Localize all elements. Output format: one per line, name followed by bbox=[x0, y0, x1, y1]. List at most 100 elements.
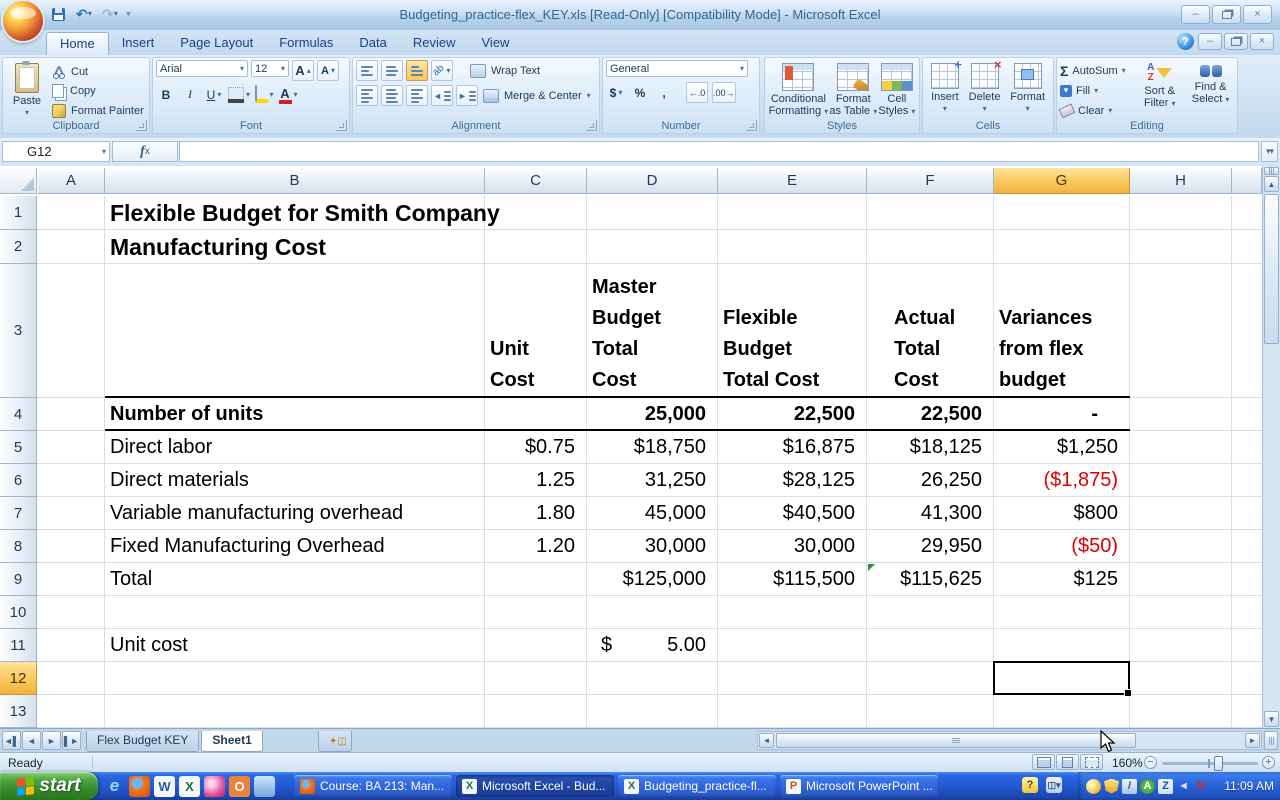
number-format-combo[interactable]: General ▾ bbox=[606, 60, 748, 77]
quick-launch-outlook-express-icon[interactable] bbox=[254, 776, 275, 797]
paste-button[interactable]: Paste ▾ bbox=[6, 60, 48, 119]
cell-C6[interactable]: 1.25 bbox=[485, 464, 587, 497]
cell-C8[interactable]: 1.20 bbox=[485, 530, 587, 563]
comma-style-button[interactable]: , bbox=[654, 83, 674, 102]
formula-bar-expand-button[interactable]: ▾▾ bbox=[1261, 141, 1278, 162]
save-button[interactable] bbox=[48, 5, 68, 23]
shrink-font-button[interactable]: A▾ bbox=[317, 60, 339, 81]
cell-E4[interactable]: 22,500 bbox=[718, 398, 867, 431]
clipboard-dialog-launcher[interactable] bbox=[136, 120, 147, 131]
column-header-H[interactable]: H bbox=[1130, 168, 1232, 194]
cell-G9[interactable]: $125 bbox=[994, 563, 1130, 596]
cell-E6[interactable]: $28,125 bbox=[718, 464, 867, 497]
insert-function-button[interactable]: fx bbox=[112, 141, 178, 162]
conditional-formatting-button[interactable]: Conditional Formatting ▾ bbox=[769, 60, 829, 119]
cell-E5[interactable]: $16,875 bbox=[718, 431, 867, 464]
workbook-close-button[interactable]: × bbox=[1250, 33, 1274, 50]
font-name-combo[interactable]: Arial ▾ bbox=[156, 60, 248, 77]
redo-button[interactable]: ↷▾ bbox=[100, 5, 120, 23]
cell-D11[interactable]: $5.00 bbox=[587, 629, 718, 662]
ribbon-tab-review[interactable]: Review bbox=[400, 32, 469, 55]
quick-launch-firefox-icon[interactable] bbox=[129, 776, 150, 797]
cell-D3[interactable]: Master Budget Total Cost bbox=[587, 264, 718, 398]
cell-E8[interactable]: 30,000 bbox=[718, 530, 867, 563]
row-header-12[interactable]: 12 bbox=[0, 662, 37, 695]
cell-F6[interactable]: 26,250 bbox=[867, 464, 994, 497]
scroll-right-button[interactable]: ► bbox=[1245, 733, 1260, 748]
help-button[interactable]: ? bbox=[1177, 33, 1194, 50]
cell-B7[interactable]: Variable manufacturing overhead bbox=[105, 497, 485, 530]
ribbon-tab-data[interactable]: Data bbox=[346, 32, 399, 55]
cell-F9[interactable]: $115,625 bbox=[867, 563, 994, 596]
cell-F5[interactable]: $18,125 bbox=[867, 431, 994, 464]
clear-button[interactable]: Clear ▾ bbox=[1060, 102, 1132, 119]
scroll-up-button[interactable]: ▲ bbox=[1264, 176, 1279, 192]
top-align-button[interactable] bbox=[356, 60, 378, 81]
alignment-dialog-launcher[interactable] bbox=[586, 120, 597, 131]
workbook-restore-button[interactable] bbox=[1224, 33, 1248, 50]
cut-button[interactable]: Cut bbox=[52, 64, 144, 80]
format-as-table-button[interactable]: Format as Table ▾ bbox=[829, 60, 877, 119]
delete-cells-button[interactable]: × Delete ▾ bbox=[969, 60, 1001, 119]
normal-view-button[interactable] bbox=[1032, 754, 1055, 770]
column-header-F[interactable]: F bbox=[867, 168, 994, 194]
quick-launch-outlook-icon[interactable]: O bbox=[229, 776, 250, 797]
column-header-A[interactable]: A bbox=[38, 168, 105, 194]
row-header-3[interactable]: 3 bbox=[0, 264, 37, 398]
horizontal-scrollbar[interactable]: ◄ ► bbox=[757, 731, 1262, 750]
select-all-corner[interactable] bbox=[0, 168, 37, 194]
format-painter-button[interactable]: Format Painter bbox=[52, 103, 144, 119]
minimize-button[interactable]: – bbox=[1181, 5, 1210, 24]
orientation-button[interactable]: ab▾ bbox=[431, 60, 453, 81]
cell-E9[interactable]: $115,500 bbox=[718, 563, 867, 596]
align-right-button[interactable] bbox=[406, 85, 428, 106]
cell-E3[interactable]: Flexible Budget Total Cost bbox=[718, 264, 867, 398]
name-box[interactable]: G12 ▾ bbox=[2, 141, 110, 162]
font-color-button[interactable]: A▾ bbox=[278, 85, 298, 104]
help-tray-icon[interactable]: ? bbox=[1022, 777, 1038, 793]
row-header-5[interactable]: 5 bbox=[0, 431, 37, 464]
row-header-8[interactable]: 8 bbox=[0, 530, 37, 563]
taskbar-button-1[interactable]: Course: BA 213: Man... bbox=[294, 775, 452, 797]
cell-D7[interactable]: 45,000 bbox=[587, 497, 718, 530]
tray-z-app-icon[interactable]: Z bbox=[1158, 779, 1173, 794]
decrease-indent-button[interactable]: ◄ bbox=[431, 85, 453, 106]
row-header-9[interactable]: 9 bbox=[0, 563, 37, 596]
horizontal-scroll-thumb[interactable] bbox=[776, 733, 1136, 748]
row-header-11[interactable]: 11 bbox=[0, 629, 37, 662]
cell-styles-button[interactable]: Cell Styles ▾ bbox=[878, 60, 915, 119]
ribbon-tab-view[interactable]: View bbox=[469, 32, 523, 55]
fill-color-button[interactable]: ▾ bbox=[254, 85, 274, 104]
qat-customize-button[interactable]: ▾ bbox=[126, 9, 131, 20]
close-button[interactable]: × bbox=[1243, 5, 1272, 24]
vertical-scroll-thumb[interactable] bbox=[1264, 194, 1279, 344]
active-cell-selection[interactable] bbox=[993, 661, 1130, 695]
sort-filter-button[interactable]: AZ Sort & Filter ▾ bbox=[1136, 60, 1183, 119]
taskbar-button-2[interactable]: XMicrosoft Excel - Bud... bbox=[456, 775, 614, 797]
format-cells-button[interactable]: Format ▾ bbox=[1010, 60, 1045, 119]
column-header-E[interactable]: E bbox=[718, 168, 867, 194]
cell-G5[interactable]: $1,250 bbox=[994, 431, 1130, 464]
first-sheet-button[interactable]: ◄▌ bbox=[2, 731, 21, 750]
underline-button[interactable]: U▾ bbox=[204, 85, 224, 104]
zoom-slider-thumb[interactable] bbox=[1214, 756, 1223, 771]
start-button[interactable]: start bbox=[0, 772, 98, 800]
cell-E7[interactable]: $40,500 bbox=[718, 497, 867, 530]
cell-C7[interactable]: 1.80 bbox=[485, 497, 587, 530]
borders-button[interactable]: ▾ bbox=[228, 85, 250, 104]
cell-B4[interactable]: Number of units bbox=[105, 398, 485, 431]
quick-launch-key-app-icon[interactable] bbox=[204, 776, 225, 797]
cell-F7[interactable]: 41,300 bbox=[867, 497, 994, 530]
quick-launch-internet-explorer-icon[interactable]: e bbox=[104, 776, 125, 797]
cell-C5[interactable]: $0.75 bbox=[485, 431, 587, 464]
merge-center-button[interactable]: Merge & Center ▾ bbox=[483, 86, 591, 105]
column-header-C[interactable]: C bbox=[485, 168, 587, 194]
formula-input[interactable] bbox=[179, 141, 1259, 162]
last-sheet-button[interactable]: ▌► bbox=[62, 731, 81, 750]
cell-G6[interactable]: ($1,875) bbox=[994, 464, 1130, 497]
vertical-split-handle[interactable] bbox=[1264, 167, 1279, 175]
tray-novell-n-icon[interactable]: N bbox=[1194, 779, 1209, 794]
tab-split-handle[interactable] bbox=[1264, 731, 1278, 750]
find-select-button[interactable]: Find & Select ▾ bbox=[1187, 60, 1234, 119]
prev-sheet-button[interactable]: ◄ bbox=[22, 731, 41, 750]
